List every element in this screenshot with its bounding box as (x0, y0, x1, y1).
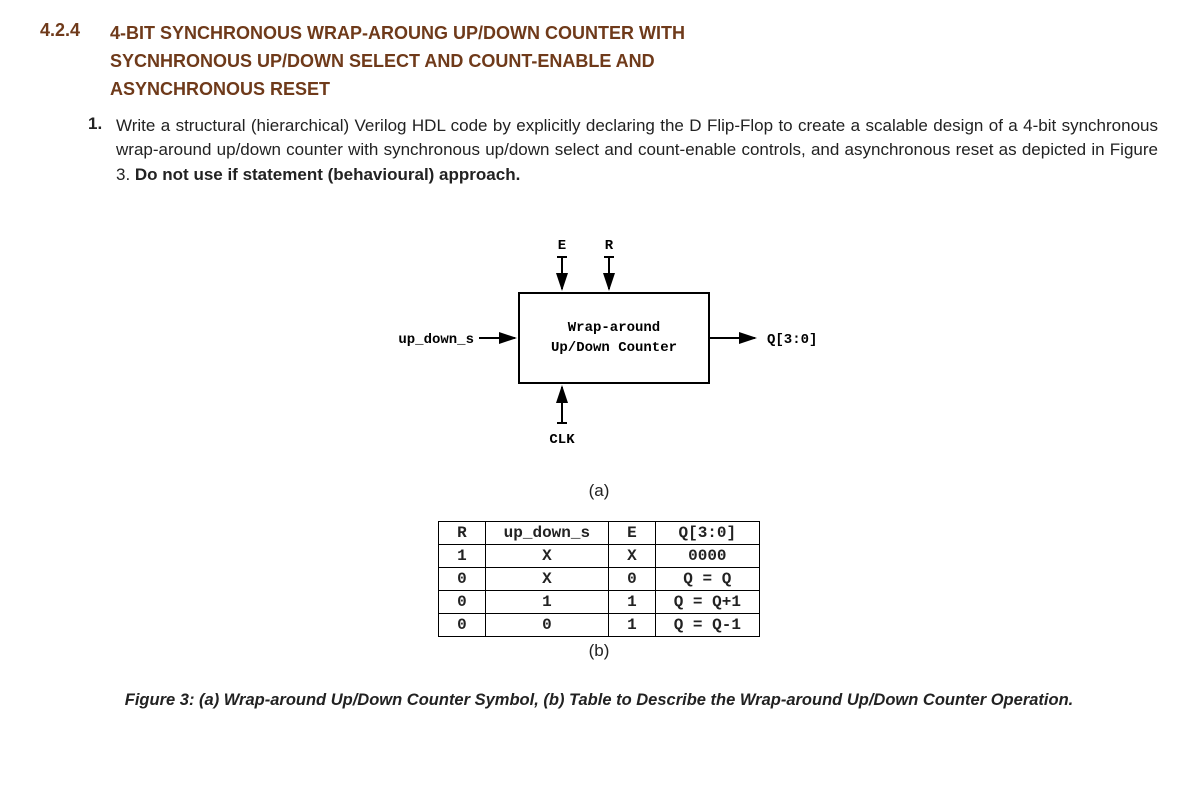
label-e: E (558, 238, 566, 254)
cell: X (609, 544, 656, 567)
table-row: 0 1 1 Q = Q+1 (439, 590, 760, 613)
th-up-down-s: up_down_s (485, 521, 608, 544)
diagram-sublabel-a: (a) (349, 481, 849, 501)
box-text-line1: Wrap-around (568, 320, 660, 336)
label-r: R (605, 238, 614, 254)
label-up-down-s: up_down_s (398, 332, 474, 348)
table-sublabel-b: (b) (40, 641, 1158, 661)
cell: X (485, 544, 608, 567)
cell: Q = Q+1 (655, 590, 759, 613)
box-text-line2: Up/Down Counter (551, 340, 677, 356)
cell: 1 (485, 590, 608, 613)
cell: 0 (485, 613, 608, 636)
section-title: 4-BIT SYNCHRONOUS WRAP-AROUNG UP/DOWN CO… (110, 20, 685, 104)
truth-table: R up_down_s E Q[3:0] 1 X X 0000 0 X 0 Q … (438, 521, 760, 637)
label-clk: CLK (549, 432, 575, 448)
section-title-line1: 4-BIT SYNCHRONOUS WRAP-AROUNG UP/DOWN CO… (110, 23, 685, 43)
section-header: 4.2.4 4-BIT SYNCHRONOUS WRAP-AROUNG UP/D… (40, 20, 1158, 104)
cell: 0 (439, 613, 486, 636)
th-q: Q[3:0] (655, 521, 759, 544)
table-row: 1 X X 0000 (439, 544, 760, 567)
th-r: R (439, 521, 486, 544)
section-title-line3: ASYNCHRONOUS RESET (110, 79, 330, 99)
cell: 1 (609, 590, 656, 613)
figure-caption: Figure 3: (a) Wrap-around Up/Down Counte… (40, 689, 1158, 713)
cell: Q = Q (655, 567, 759, 590)
diagram-a: Wrap-around Up/Down Counter E R up_down_… (349, 233, 849, 501)
section-number: 4.2.4 (40, 20, 110, 41)
cell: 0 (439, 590, 486, 613)
section-title-line2: SYCNHRONOUS UP/DOWN SELECT AND COUNT-ENA… (110, 51, 655, 71)
cell: 1 (609, 613, 656, 636)
list-item: 1. Write a structural (hierarchical) Ver… (40, 114, 1158, 188)
table-row: 0 0 1 Q = Q-1 (439, 613, 760, 636)
counter-block-diagram: Wrap-around Up/Down Counter E R up_down_… (349, 233, 849, 473)
cell: Q = Q-1 (655, 613, 759, 636)
table-header-row: R up_down_s E Q[3:0] (439, 521, 760, 544)
list-item-body: Write a structural (hierarchical) Verilo… (116, 114, 1158, 188)
cell: 0 (439, 567, 486, 590)
list-item-number: 1. (88, 114, 116, 188)
cell: 0 (609, 567, 656, 590)
table-row: 0 X 0 Q = Q (439, 567, 760, 590)
cell: X (485, 567, 608, 590)
th-e: E (609, 521, 656, 544)
list-item-bold: Do not use if statement (behavioural) ap… (135, 165, 520, 184)
label-q: Q[3:0] (767, 332, 817, 348)
cell: 0000 (655, 544, 759, 567)
cell: 1 (439, 544, 486, 567)
